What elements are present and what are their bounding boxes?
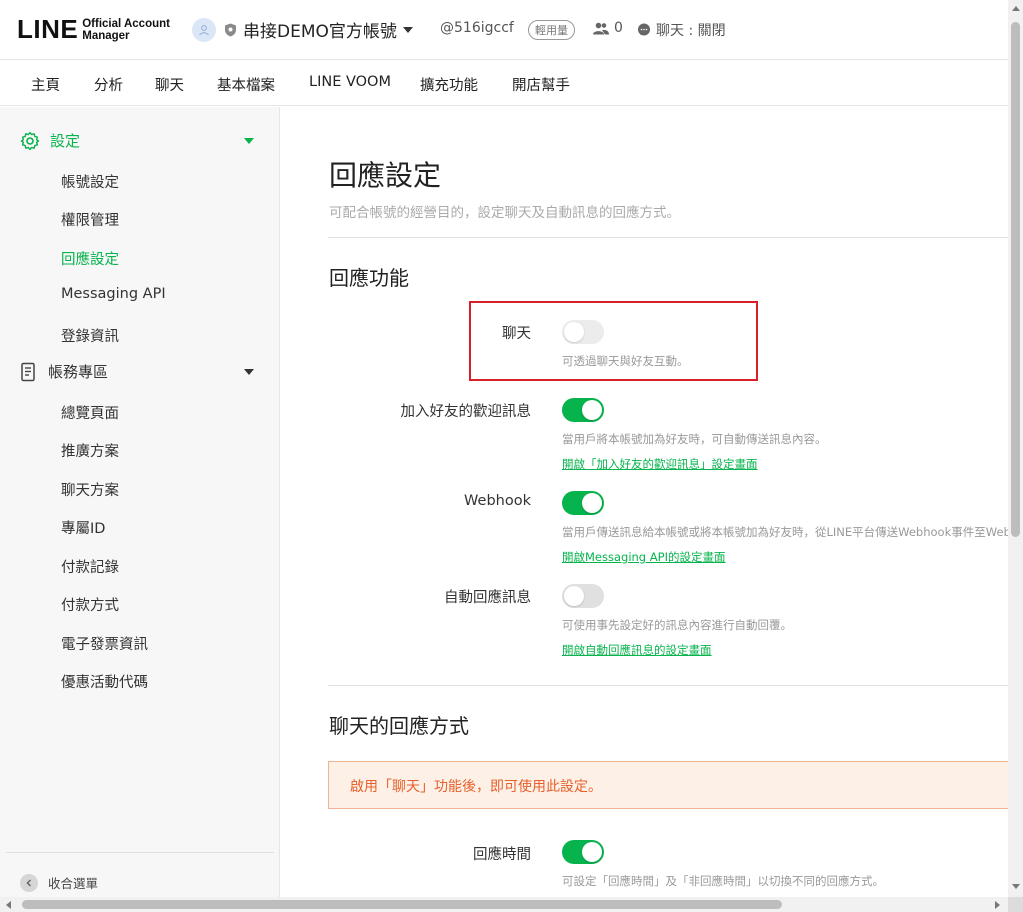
horizontal-scrollbar[interactable] (0, 897, 1008, 912)
logo-subtitle: Official Account Manager (82, 18, 170, 42)
account-switcher[interactable]: 串接DEMO官方帳號 (192, 17, 413, 42)
logo-subtitle-line1: Official Account (82, 17, 170, 30)
welcome-message-toggle[interactable] (562, 398, 604, 422)
chevron-down-icon[interactable] (244, 138, 254, 144)
sidebar-item-permissions[interactable]: 權限管理 (61, 209, 119, 230)
scrollbar-corner (1008, 897, 1023, 912)
auto-reply-help: 可使用事先設定好的訊息內容進行自動回覆。 (562, 618, 792, 632)
sidebar-item-e-invoice[interactable]: 電子發票資訊 (61, 633, 148, 654)
welcome-message-help: 當用戶將本帳號加為好友時，可自動傳送訊息內容。 (562, 432, 827, 446)
page-title: 回應設定 (329, 159, 442, 192)
section-title-chat-response-mode: 聊天的回應方式 (329, 714, 469, 738)
shield-icon (225, 23, 236, 36)
gear-icon (20, 131, 40, 150)
toggle-knob (582, 493, 602, 513)
friends-count: 0 (593, 20, 623, 36)
nav-home[interactable]: 主頁 (31, 74, 60, 95)
nav-analytics[interactable]: 分析 (94, 74, 123, 95)
sidebar-item-response-settings[interactable]: 回應設定 (61, 248, 119, 269)
response-time-toggle[interactable] (562, 840, 604, 864)
divider (328, 237, 1008, 238)
scroll-right-icon[interactable] (995, 901, 1000, 909)
avatar (192, 17, 216, 42)
top-header: LINE Official Account Manager 串接DEMO官方帳號… (0, 0, 1008, 60)
scroll-down-icon[interactable] (1012, 884, 1020, 889)
response-time-help: 可設定「回應時間」及「非回應時間」以切換不同的回應方式。 (562, 874, 884, 888)
auto-reply-toggle-label: 自動回應訊息 (444, 590, 531, 606)
sidebar-group-label: 帳務專區 (48, 363, 109, 381)
webhook-toggle-label: Webhook (464, 493, 531, 509)
main-nav: 主頁 分析 聊天 基本檔案 LINE VOOM 擴充功能 開店幫手 (0, 60, 1008, 106)
chevron-left-icon (20, 873, 38, 892)
chevron-down-icon[interactable] (244, 369, 254, 375)
logo-subtitle-line2: Manager (82, 29, 130, 42)
line-oa-logo[interactable]: LINE Official Account Manager (17, 14, 170, 45)
sidebar-item-messaging-api[interactable]: Messaging API (61, 286, 166, 302)
nav-chat[interactable]: 聊天 (155, 74, 184, 95)
auto-reply-toggle[interactable] (562, 584, 604, 608)
account-id: @516igccf (440, 20, 514, 36)
nav-shop-helper[interactable]: 開店幫手 (512, 74, 570, 95)
welcome-message-settings-link[interactable]: 開啟「加入好友的歡迎訊息」設定畫面 (562, 456, 758, 472)
auto-reply-settings-link[interactable]: 開啟自動回應訊息的設定畫面 (562, 642, 712, 658)
scroll-up-icon[interactable] (1012, 6, 1020, 11)
section-title-response-features: 回應功能 (329, 266, 409, 290)
sidebar-group-settings[interactable]: 設定 (20, 130, 80, 151)
chat-toggle-label: 聊天 (502, 326, 531, 342)
chat-status[interactable]: 聊天 : 關閉 (637, 20, 726, 40)
chat-status-text: 聊天 : 關閉 (656, 23, 726, 39)
friends-count-value: 0 (614, 20, 623, 36)
toggle-knob (564, 322, 584, 342)
chevron-down-icon (402, 26, 413, 33)
chat-bubble-icon (638, 23, 650, 36)
people-icon (593, 22, 609, 34)
sidebar-item-account-settings[interactable]: 帳號設定 (61, 171, 119, 192)
horizontal-scrollbar-thumb[interactable] (22, 900, 782, 909)
sidebar-group-label: 設定 (50, 132, 81, 150)
chat-toggle[interactable] (562, 320, 604, 344)
sidebar-item-premium-id[interactable]: 專屬ID (61, 517, 105, 538)
webhook-toggle[interactable] (562, 491, 604, 515)
divider (6, 852, 274, 853)
response-time-toggle-label: 回應時間 (473, 847, 531, 863)
toggle-knob (582, 842, 602, 862)
page-description: 可配合帳號的經營目的，設定聊天及自動訊息的回應方式。 (329, 205, 680, 221)
plan-badge: 輕用量 (528, 20, 575, 40)
divider (328, 685, 1008, 686)
collapse-menu-label: 收合選單 (48, 876, 99, 891)
vertical-scrollbar[interactable] (1008, 0, 1023, 897)
scroll-left-icon[interactable] (6, 901, 11, 909)
sidebar-item-chat-plans[interactable]: 聊天方案 (61, 479, 119, 500)
collapse-menu-button[interactable]: 收合選單 (20, 873, 98, 892)
welcome-message-toggle-label: 加入好友的歡迎訊息 (400, 404, 532, 420)
sidebar-item-payment-history[interactable]: 付款記錄 (61, 556, 119, 577)
chat-toggle-help: 可透過聊天與好友互動。 (562, 354, 689, 368)
sidebar-item-payment-methods[interactable]: 付款方式 (61, 594, 119, 615)
main-content: 回應設定 可配合帳號的經營目的，設定聊天及自動訊息的回應方式。 回應功能 聊天 … (281, 107, 1008, 897)
toggle-knob (564, 586, 584, 606)
sidebar-item-overview[interactable]: 總覽頁面 (61, 402, 119, 423)
vertical-scrollbar-thumb[interactable] (1011, 22, 1020, 537)
warning-banner: 啟用「聊天」功能後，即可使用此設定。 (328, 761, 1008, 809)
sidebar-item-coupon-codes[interactable]: 優惠活動代碼 (61, 671, 148, 692)
nav-extensions[interactable]: 擴充功能 (420, 74, 478, 95)
sidebar: 設定 帳號設定 權限管理 回應設定 Messaging API 登錄資訊 帳務專… (0, 107, 280, 897)
sidebar-item-registration-info[interactable]: 登錄資訊 (61, 325, 119, 346)
sidebar-item-promo-plans[interactable]: 推廣方案 (61, 440, 119, 461)
warning-text: 啟用「聊天」功能後，即可使用此設定。 (350, 779, 602, 795)
messaging-api-settings-link[interactable]: 開啟Messaging API的設定畫面 (562, 549, 725, 565)
toggle-knob (582, 400, 602, 420)
user-silhouette-icon (199, 24, 209, 35)
receipt-icon (21, 362, 35, 381)
logo-wordmark: LINE (17, 14, 79, 44)
webhook-help: 當用戶傳送訊息給本帳號或將本帳號加為好友時，從LINE平台傳送Webhook事件… (562, 525, 1008, 539)
sidebar-group-billing[interactable]: 帳務專區 (20, 361, 108, 382)
account-name: 串接DEMO官方帳號 (243, 22, 397, 42)
nav-profile[interactable]: 基本檔案 (217, 74, 275, 95)
nav-line-voom[interactable]: LINE VOOM (309, 74, 391, 90)
